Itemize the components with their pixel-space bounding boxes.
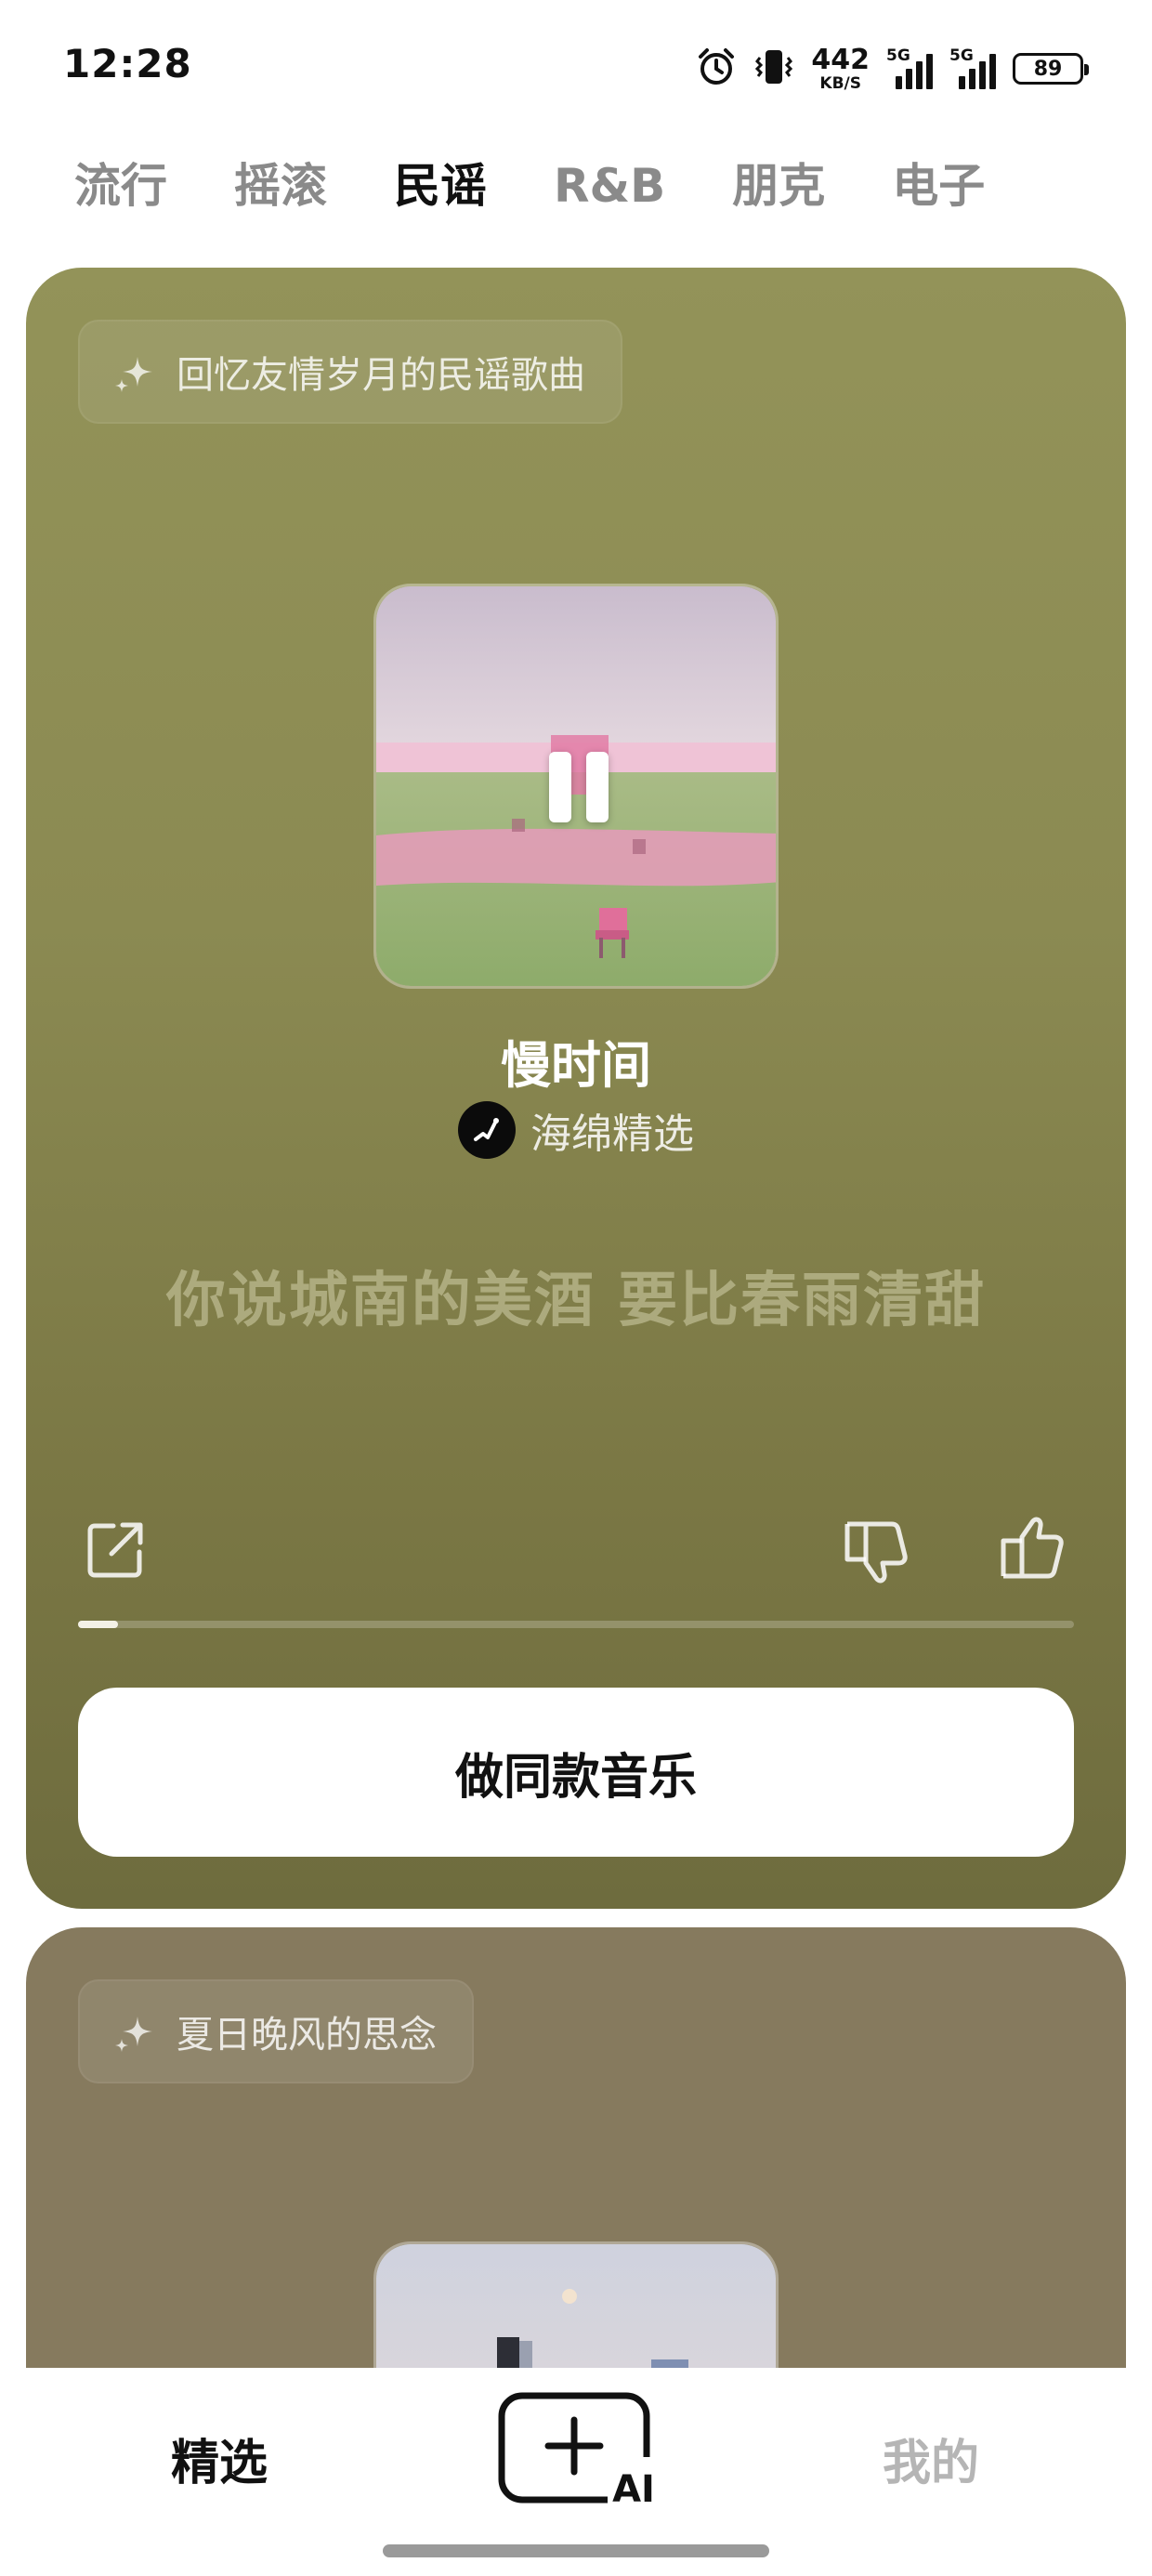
make-same-music-button[interactable]: 做同款音乐 bbox=[78, 1688, 1074, 1857]
tab-rock[interactable]: 摇滚 bbox=[234, 149, 327, 223]
tab-rnb[interactable]: R&B bbox=[554, 149, 665, 223]
lyric-line: 你说城南的美酒 要比春雨清甜 bbox=[165, 1267, 987, 1335]
network-speed: 442 KB/S bbox=[811, 43, 870, 93]
song-title: 慢时间 bbox=[501, 1036, 651, 1095]
status-time: 12:28 bbox=[63, 41, 192, 86]
prompt-text: 夏日晚风的思念 bbox=[177, 2014, 437, 2057]
progress-fill bbox=[78, 1621, 118, 1628]
artist-row[interactable]: 海绵精选 bbox=[26, 1100, 1126, 1160]
artist-avatar bbox=[458, 1101, 516, 1159]
alarm-icon bbox=[696, 46, 737, 91]
home-indicator[interactable] bbox=[383, 2544, 769, 2557]
status-icons: 442 KB/S 5G 5G 89 bbox=[696, 43, 1089, 93]
artist-name: 海绵精选 bbox=[530, 1111, 694, 1158]
tab-punk[interactable]: 朋克 bbox=[732, 149, 825, 223]
tab-electronic[interactable]: 电子 bbox=[892, 149, 985, 223]
create-plus-icon: AI bbox=[498, 2392, 658, 2511]
signal-icon: 5G bbox=[949, 46, 996, 89]
bottom-nav: 精选 AI 我的 bbox=[0, 2368, 1152, 2576]
create-ai-button[interactable]: AI bbox=[498, 2392, 658, 2511]
prompt-chip[interactable]: 夏日晚风的思念 bbox=[78, 1979, 474, 2083]
vibrate-icon bbox=[753, 46, 794, 91]
album-cover[interactable] bbox=[373, 584, 779, 989]
nav-featured[interactable]: 精选 bbox=[171, 2424, 268, 2493]
share-icon[interactable] bbox=[82, 1517, 149, 1584]
genre-tabs: 流行 摇滚 民谣 R&B 朋克 电子 bbox=[74, 149, 985, 223]
status-bar: 12:28 442 KB/S 5G 5G 89 bbox=[0, 0, 1152, 130]
prompt-chip[interactable]: 回忆友情岁月的民谣歌曲 bbox=[78, 320, 622, 424]
sparkle-icon bbox=[115, 357, 152, 392]
thumbs-down-icon[interactable] bbox=[840, 1513, 914, 1587]
song-card: 回忆友情岁月的民谣歌曲 慢时间 海绵精选 你说城南的美酒 要比春雨清甜 做同款音… bbox=[26, 268, 1126, 1909]
battery-icon: 89 bbox=[1013, 53, 1089, 85]
prompt-text: 回忆友情岁月的民谣歌曲 bbox=[177, 354, 585, 397]
progress-bar[interactable] bbox=[78, 1621, 1074, 1628]
tab-pop[interactable]: 流行 bbox=[74, 149, 167, 223]
ai-badge: AI bbox=[612, 2468, 655, 2507]
pause-icon[interactable] bbox=[549, 752, 609, 822]
signal-icon: 5G bbox=[886, 46, 933, 89]
nav-mine[interactable]: 我的 bbox=[883, 2424, 979, 2493]
thumbs-up-icon[interactable] bbox=[996, 1513, 1070, 1587]
tab-folk[interactable]: 民谣 bbox=[394, 149, 487, 223]
sparkle-icon bbox=[115, 2017, 152, 2052]
